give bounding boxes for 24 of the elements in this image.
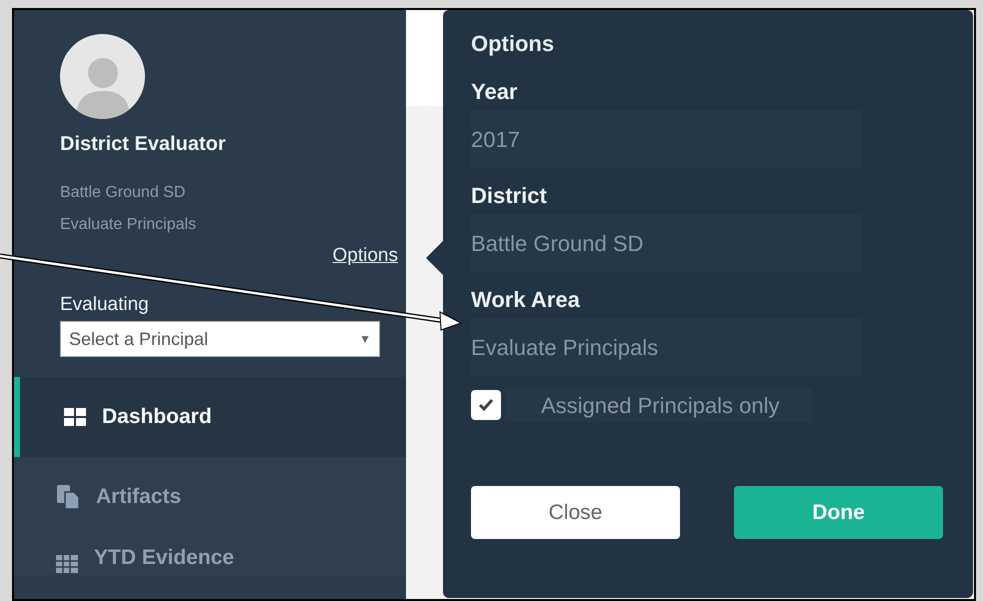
close-button[interactable]: Close [471,486,680,539]
table-icon [56,555,78,573]
nav-item[interactable]: Artifacts [14,457,406,537]
field-value: Battle Ground SD [471,214,862,272]
user-detail: Evaluate Principals [60,215,198,235]
evaluating-label: Evaluating [60,293,150,317]
user-name: District Evaluator [60,132,227,157]
check-icon [478,398,494,412]
nav-item[interactable]: YTD Evidence [14,537,406,575]
field-value: 2017 [471,110,862,168]
checkbox[interactable] [471,390,501,420]
checkbox-label: Assigned Principals only [505,388,812,422]
nav-item[interactable]: Dashboard [14,377,406,457]
principal-select[interactable]: Select a Principal ▼ [60,321,380,357]
user-detail: Battle Ground SD [60,183,186,203]
caret-icon: ▼ [359,330,371,348]
options-link[interactable]: Options [332,241,398,271]
field-label: Year [471,78,518,106]
field-value: Evaluate Principals [471,318,862,376]
field-label: Work Area [471,286,581,314]
grid-icon [64,408,86,426]
documents-icon [56,484,80,510]
popover-title: Options [471,30,556,58]
field-label: District [471,182,548,210]
